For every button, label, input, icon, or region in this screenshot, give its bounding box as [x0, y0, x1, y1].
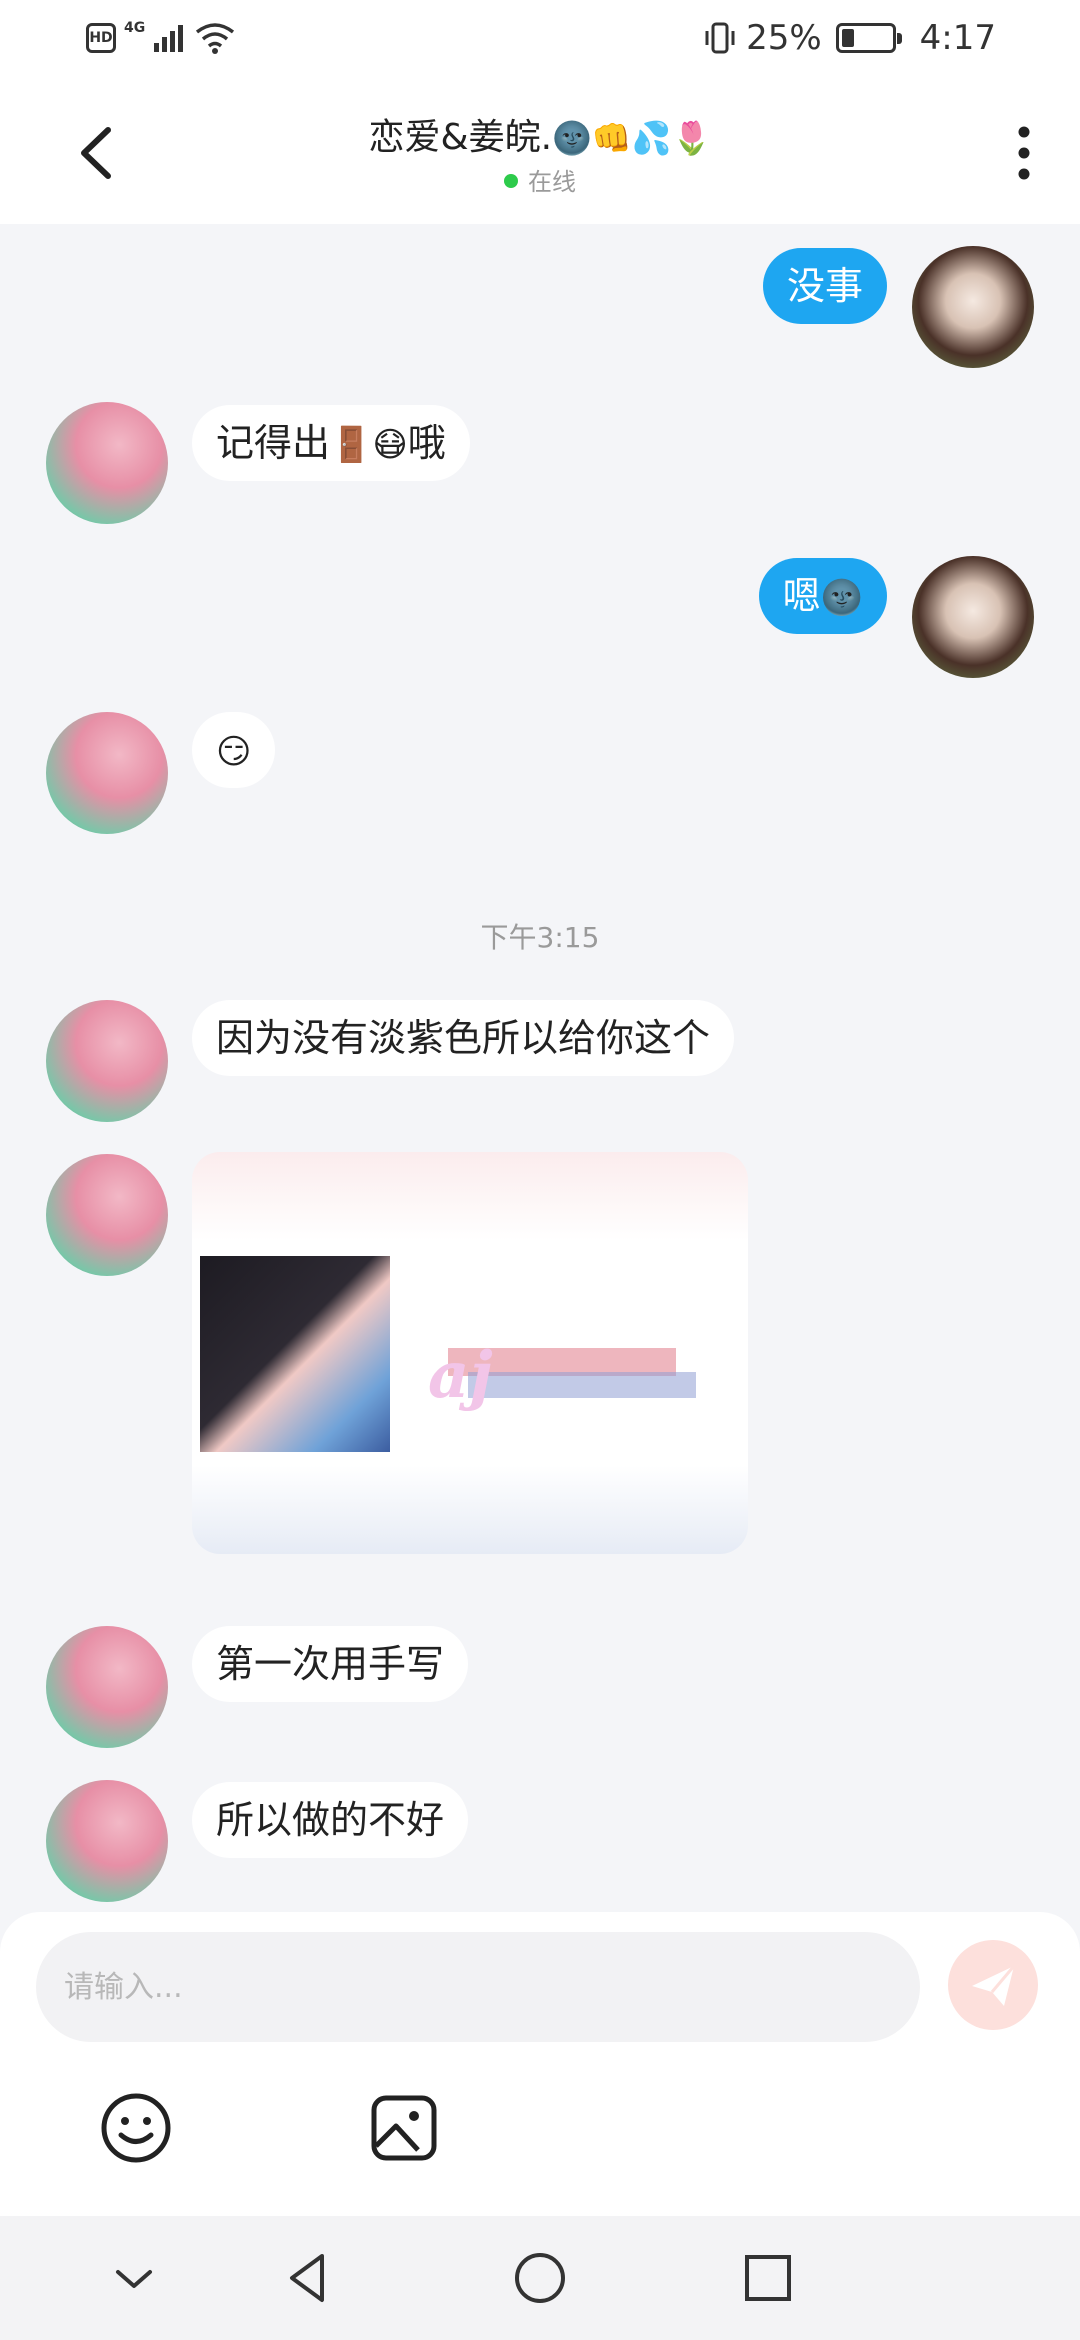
contact-avatar[interactable]: [46, 1154, 168, 1276]
message-input[interactable]: [36, 1932, 920, 2042]
battery-level: [841, 29, 854, 47]
status-left: HD 4G: [86, 20, 235, 54]
emoji-button[interactable]: [96, 2088, 176, 2168]
nav-home-button[interactable]: [508, 2246, 572, 2310]
message-text: 嗯: [782, 574, 821, 618]
message-bubble-self[interactable]: 嗯🌚: [758, 558, 887, 634]
message-text: 因为没有淡紫色所以给你这个: [216, 1016, 711, 1060]
contact-avatar[interactable]: [46, 1780, 168, 1902]
battery-percent: 25%: [746, 18, 822, 58]
more-options-button[interactable]: [994, 120, 1054, 186]
send-button[interactable]: [948, 1940, 1038, 2030]
message-text: 记得出: [216, 421, 331, 465]
self-avatar[interactable]: [912, 246, 1034, 368]
online-status-text: 在线: [528, 168, 576, 196]
message-text: 第一次用手写: [216, 1642, 445, 1686]
contact-avatar[interactable]: [46, 1000, 168, 1122]
contact-avatar[interactable]: [46, 1626, 168, 1748]
message-emoji: 😏: [216, 732, 252, 772]
message-bubble-other[interactable]: 记得出🚪😷哦: [192, 405, 470, 481]
nav-back-button[interactable]: [278, 2246, 342, 2310]
vibrate-icon: [705, 22, 735, 54]
image-handwriting: aj: [428, 1338, 493, 1413]
hide-keyboard-button[interactable]: [102, 2246, 166, 2310]
image-message[interactable]: aj: [192, 1152, 748, 1554]
message-timestamp: 下午3:15: [480, 921, 600, 954]
input-panel: [0, 1912, 1080, 2216]
send-icon: [972, 1965, 1016, 2006]
image-illustration: [200, 1256, 390, 1452]
message-list[interactable]: 没事 记得出🚪😷哦 嗯🌚 😏 下午3:15 因为没有淡紫色所以给你这个 aj 第…: [0, 224, 1080, 1914]
contact-name: 恋爱&姜皖.🌚👊💦🌷: [0, 108, 1080, 160]
chat-screen: HD 4G 25% 4:17 恋爱&姜皖.🌚👊💦🌷 在线 没事 记得出🚪😷哦 嗯…: [0, 0, 1080, 2340]
message-emoji: 🌚: [820, 578, 863, 618]
contact-name-text: 恋爱&姜皖.: [368, 117, 553, 158]
message-bubble-other[interactable]: 因为没有淡紫色所以给你这个: [192, 1000, 735, 1076]
contact-avatar[interactable]: [46, 712, 168, 834]
signal-icon: [154, 25, 184, 52]
contact-name-emojis: 🌚👊💦🌷: [552, 119, 712, 157]
nav-recents-button[interactable]: [736, 2246, 800, 2310]
online-dot-icon: [504, 174, 518, 188]
contact-avatar[interactable]: [46, 402, 168, 524]
clock: 4:17: [919, 18, 996, 58]
self-avatar[interactable]: [912, 556, 1034, 678]
network-type-label: 4G: [124, 20, 146, 36]
message-bubble-other[interactable]: 😏: [192, 712, 276, 788]
wifi-icon: [196, 23, 235, 54]
message-text: 没事: [786, 264, 863, 308]
message-text: 所以做的不好: [216, 1798, 445, 1842]
battery-icon: [835, 23, 902, 53]
status-right: 25% 4:17: [704, 18, 996, 58]
online-status: 在线: [0, 162, 1080, 197]
message-bubble-self[interactable]: 没事: [762, 248, 887, 324]
system-nav-bar: [0, 2216, 1080, 2340]
message-text-after: 哦: [407, 421, 446, 465]
hd-badge: HD: [86, 23, 116, 53]
message-bubble-other[interactable]: 所以做的不好: [192, 1782, 469, 1858]
message-emoji: 🚪😷: [330, 425, 408, 465]
message-bubble-other[interactable]: 第一次用手写: [192, 1626, 469, 1702]
image-picker-button[interactable]: [364, 2088, 444, 2168]
image-decoration: [468, 1372, 696, 1398]
status-bar: HD 4G 25% 4:17: [0, 0, 1080, 78]
chat-header: 恋爱&姜皖.🌚👊💦🌷 在线: [0, 78, 1080, 224]
